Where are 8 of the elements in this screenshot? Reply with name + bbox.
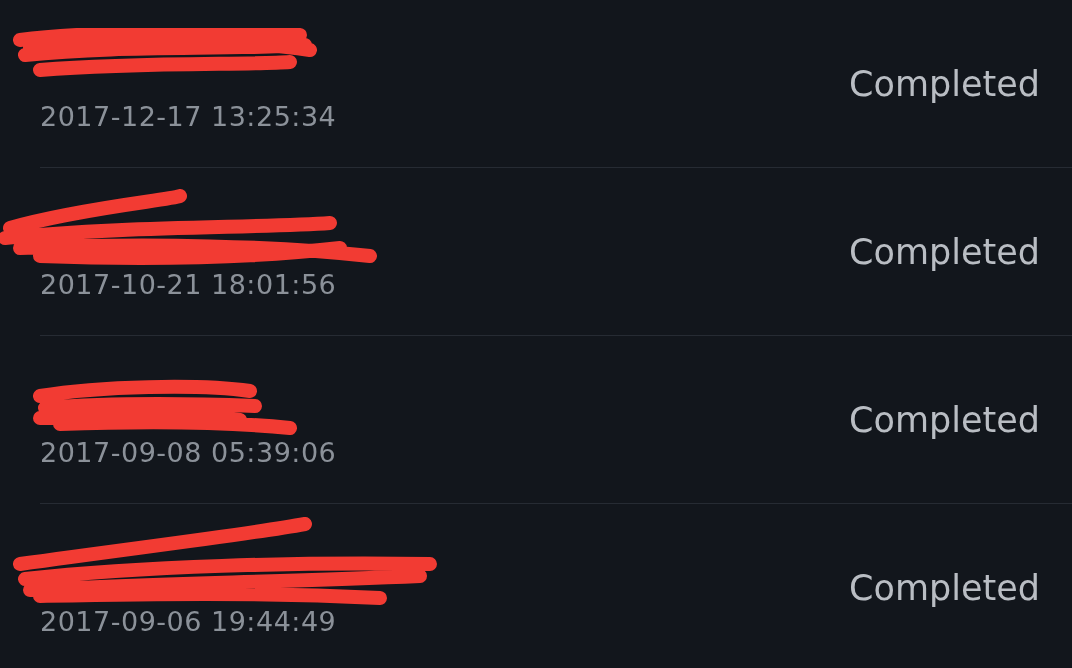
transaction-date: 2017-09-08 05:39:06 — [40, 437, 337, 468]
transaction-date: 2017-09-06 19:44:49 — [40, 605, 337, 637]
transaction-date: 2017-10-21 18:01:56 — [40, 269, 337, 300]
status-label: Completed — [849, 568, 1040, 608]
transaction-date: 2017-12-17 13:25:34 — [40, 101, 337, 132]
status-label: Completed — [849, 399, 1040, 440]
status-label: Completed — [849, 63, 1040, 104]
status-label: Completed — [849, 231, 1040, 272]
